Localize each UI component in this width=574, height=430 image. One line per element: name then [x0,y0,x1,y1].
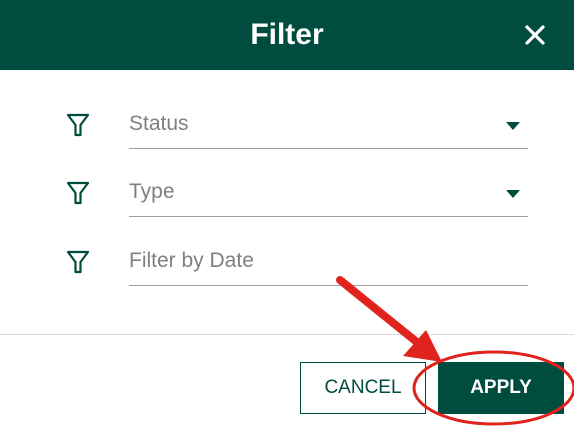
filter-funnel-icon [66,250,90,274]
cancel-button[interactable]: CANCEL [300,362,426,414]
dialog-title: Filter [250,18,324,51]
apply-button[interactable]: APPLY [438,362,564,414]
type-select[interactable]: Type [129,170,528,217]
close-icon [525,25,545,45]
filter-by-date-input[interactable]: Filter by Date [129,239,528,286]
type-placeholder: Type [129,180,175,203]
filter-row-date: Filter by Date [0,239,574,289]
filter-funnel-icon [66,113,90,137]
close-button[interactable] [516,16,554,54]
filter-dialog: Filter Status Type Filter by Date CANCEL… [0,0,574,430]
status-placeholder: Status [129,112,189,135]
filter-funnel-icon [66,181,90,205]
dropdown-caret-icon [506,190,520,198]
date-placeholder: Filter by Date [129,249,254,272]
dialog-header: Filter [0,0,574,70]
filter-row-status: Status [0,102,574,152]
footer-divider [0,334,574,335]
status-select[interactable]: Status [129,102,528,149]
filter-row-type: Type [0,170,574,220]
dropdown-caret-icon [506,122,520,130]
